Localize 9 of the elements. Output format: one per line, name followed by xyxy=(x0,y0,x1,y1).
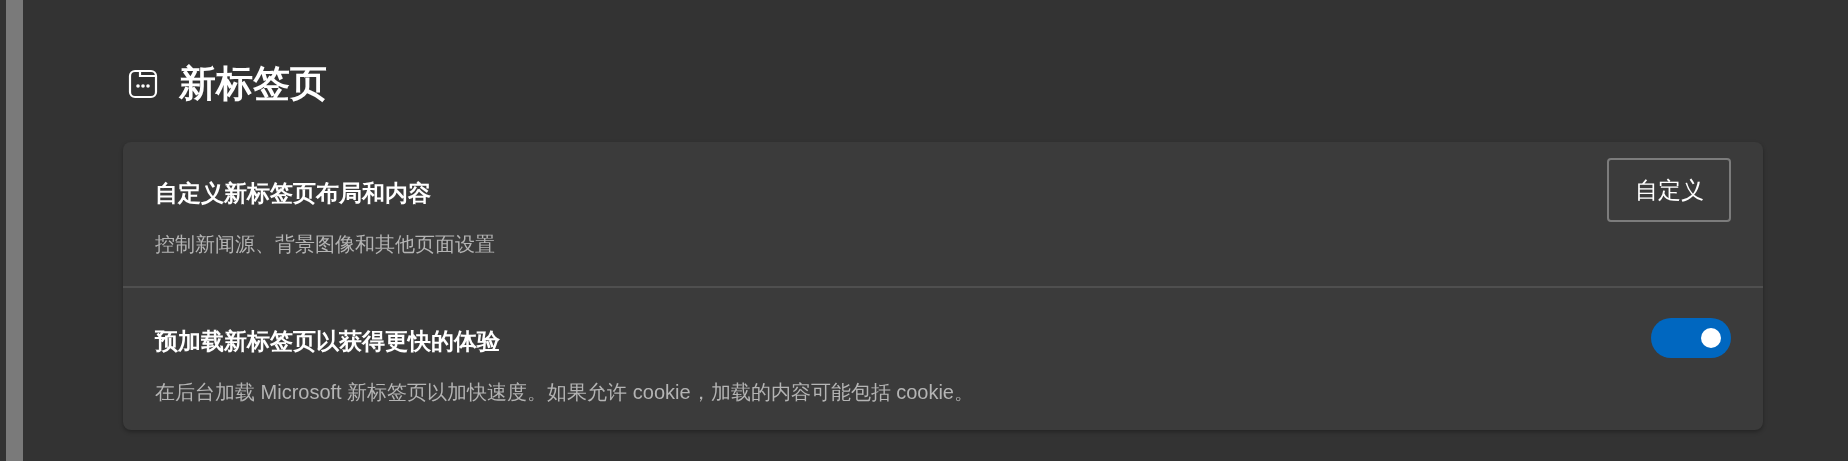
toggle-switch[interactable] xyxy=(1651,318,1731,358)
setting-description: 在后台加载 Microsoft 新标签页以加快速度。如果允许 cookie，加载的内容可能包括 cookie。 xyxy=(155,380,974,405)
tab-icon xyxy=(128,69,158,99)
scrollbar[interactable] xyxy=(6,0,23,461)
setting-description: 控制新闻源、背景图像和其他页面设置 xyxy=(155,232,495,257)
setting-title: 自定义新标签页布局和内容 xyxy=(155,179,432,208)
section-title: 新标签页 xyxy=(179,62,327,106)
setting-title: 预加载新标签页以获得更快的体验 xyxy=(155,327,501,356)
customize-button[interactable]: 自定义 xyxy=(1607,158,1731,222)
